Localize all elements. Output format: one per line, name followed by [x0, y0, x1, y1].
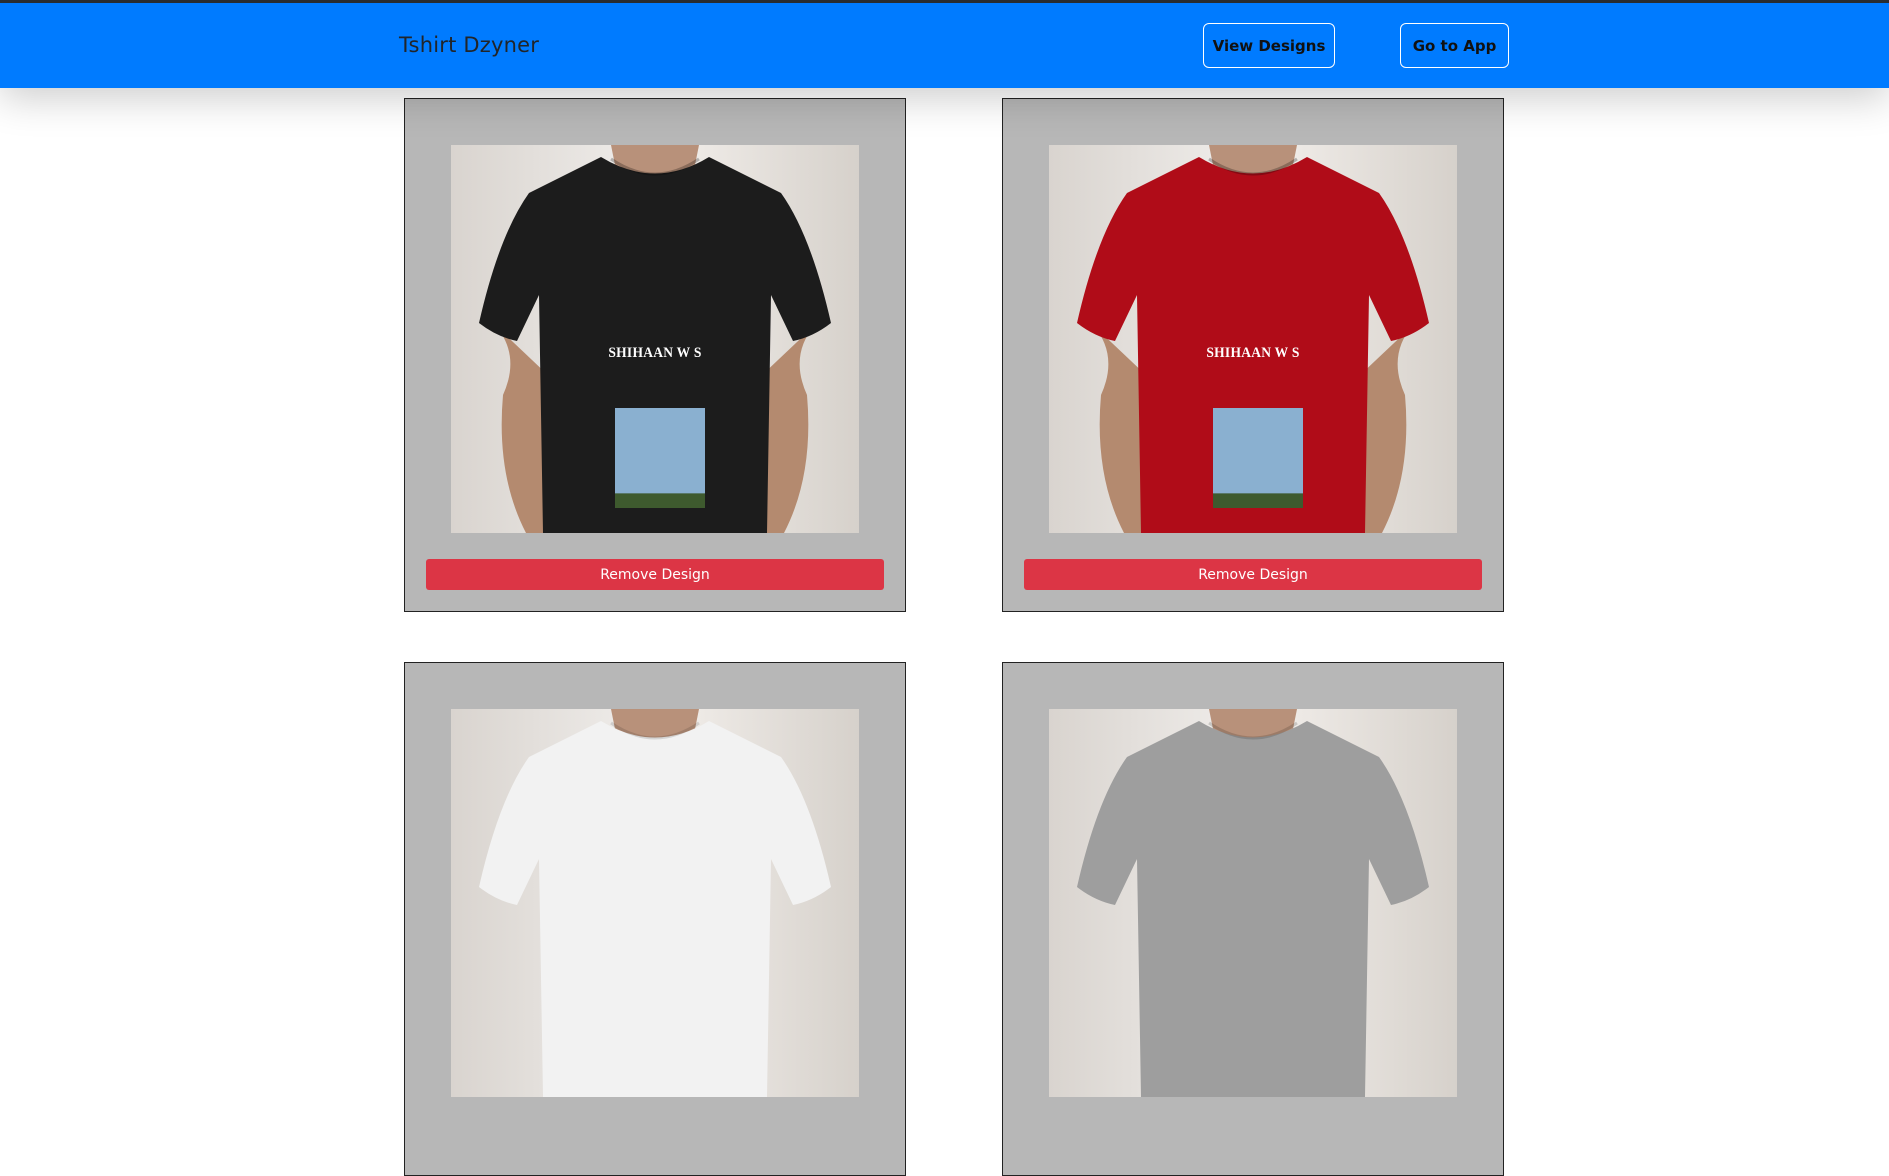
design-text: SHIHAAN W S [1206, 345, 1300, 361]
remove-design-button[interactable]: Remove Design [1024, 559, 1482, 590]
tshirt-image: SHIHAAN W S [1049, 145, 1457, 533]
navbar: Tshirt Dzyner View Designs Go to App [0, 3, 1889, 88]
design-photo [1203, 408, 1303, 508]
go-to-app-button[interactable]: Go to App [1400, 23, 1509, 68]
tshirt-image [451, 709, 859, 1097]
design-card: SHIHAAN W S Remove Design [404, 98, 906, 612]
design-text: SHIHAAN W S [608, 345, 702, 361]
design-card: SHIHAAN W S Remove Design [1002, 98, 1504, 612]
design-card [404, 662, 906, 1176]
tshirt-illustration [479, 709, 831, 1097]
tshirt-illustration [1077, 709, 1429, 1097]
remove-design-button[interactable]: Remove Design [426, 559, 884, 590]
tshirt-image [1049, 709, 1457, 1097]
design-card [1002, 662, 1504, 1176]
brand-title[interactable]: Tshirt Dzyner [399, 33, 539, 57]
tshirt-image: SHIHAAN W S [451, 145, 859, 533]
design-photo [605, 408, 705, 508]
view-designs-button[interactable]: View Designs [1203, 23, 1335, 68]
